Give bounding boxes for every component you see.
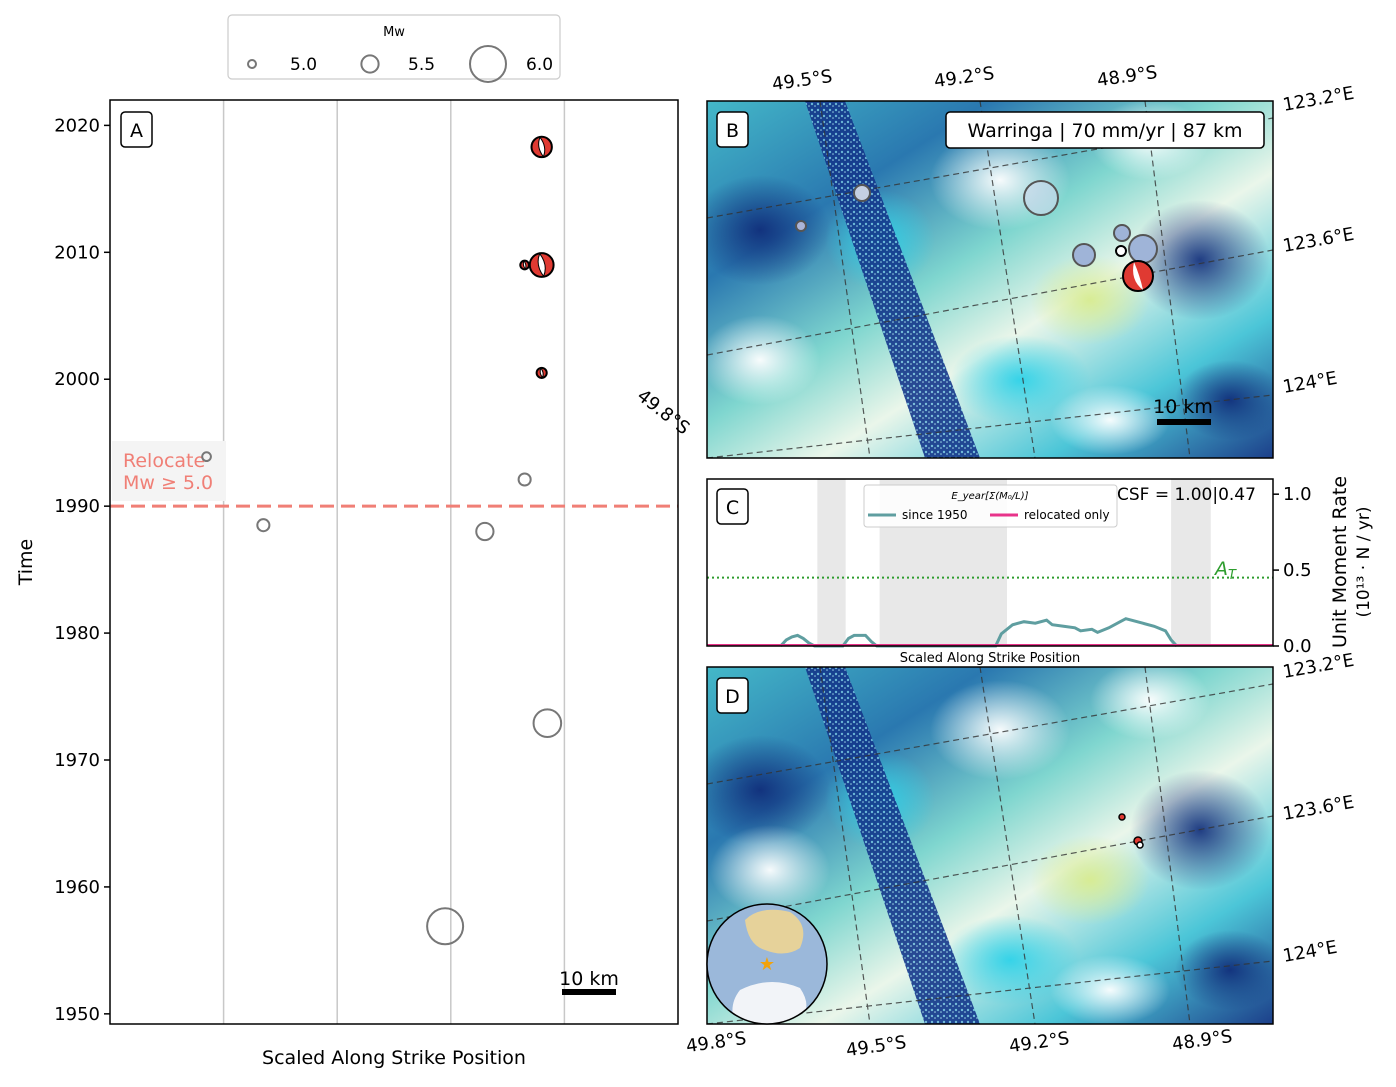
panel-a-scale-bar: 10 km: [559, 968, 619, 995]
panel-d-label: D: [725, 686, 740, 708]
panel-d-badge: D: [716, 677, 749, 714]
panel-b-scale-label: 10 km: [1153, 396, 1213, 418]
panel-c-y-tick-label: 0.5: [1283, 560, 1312, 581]
panel-b-label: B: [726, 120, 739, 142]
panel-c-legend-relocated: relocated only: [1024, 508, 1110, 522]
figure-canvas: Mw 5.0 5.5 6.0 Relocate Mw ≥ 5.0 195019601…: [15, 14, 1374, 1069]
beachball-marker: [528, 252, 555, 278]
relocate-label-line2: Mw ≥ 5.0: [123, 472, 213, 494]
panel-b-map: B Warringa | 70 mm/yr | 87 km 10 km 49.5…: [633, 62, 1356, 459]
panel-a-background: [110, 100, 678, 1024]
panel-c-y-tick-label: 1.0: [1283, 484, 1312, 505]
panel-c-grey-band: [817, 479, 846, 646]
legend-size-label: 5.5: [408, 55, 435, 75]
globe-inset: ★: [706, 903, 828, 1025]
panel-c-y-ticks: 0.0 0.5 1.0: [1273, 484, 1312, 657]
panel-b-badge: B: [716, 111, 749, 148]
panel-a-xlabel: Scaled Along Strike Position: [262, 1047, 526, 1069]
panel-b-scale-bar: 10 km: [1153, 396, 1213, 425]
panel-a-label: A: [130, 120, 143, 142]
panel-c-badge: C: [716, 488, 749, 525]
panel-b-lat-label-2: 49.2°S: [933, 63, 996, 92]
panel-d-lon-label-3: 124°E: [1281, 937, 1339, 967]
mw-legend-title: Mw: [383, 25, 405, 40]
panel-a-y-tick-label: 1980: [54, 623, 100, 644]
panel-b-info-box: Warringa | 70 mm/yr | 87 km: [945, 111, 1265, 149]
panel-a-y-tick-label: 1960: [54, 877, 100, 898]
panel-a-y-tick-label: 1950: [54, 1004, 100, 1025]
panel-c-y-tick-label: 0.0: [1283, 636, 1312, 657]
panel-d-lat-label-3: 49.2°S: [1008, 1028, 1071, 1057]
panel-a-y-tick-label: 1970: [54, 750, 100, 771]
panel-d-lat-label-1: 49.8°S: [685, 1028, 748, 1057]
relocate-label-line1: Relocate: [123, 450, 205, 472]
legend-size-label: 6.0: [526, 55, 553, 75]
panel-b-lat-label-3: 48.9°S: [1096, 62, 1159, 91]
panel-a-y-tick-label: 2020: [54, 115, 100, 136]
panel-b-lon-label-2: 123.6°E: [1281, 224, 1355, 257]
panel-a-y-tick-label: 1990: [54, 496, 100, 517]
panel-c-legend-title: E_year[Σ(M₀/L)]: [951, 491, 1028, 502]
mw-legend: Mw 5.0 5.5 6.0: [227, 14, 561, 83]
panel-c-csf: CSF = 1.00|0.47: [1117, 485, 1256, 505]
panel-d-lon-label-2: 123.6°E: [1281, 792, 1355, 825]
panel-d-map: D ★ 49.8°S 49.5°S 49.2°S 48.9°S 123.2°E …: [685, 650, 1356, 1061]
panel-a-y-tick-label: 2000: [54, 369, 100, 390]
panel-b-lat-label-1: 49.5°S: [771, 66, 834, 95]
panel-c-legend-since1950: since 1950: [902, 508, 968, 522]
panel-a: Relocate Mw ≥ 5.0 1950 1960 1970 1980 1990 20…: [15, 99, 679, 1069]
legend-size-label: 5.0: [290, 55, 317, 75]
panel-d-lat-label-4: 48.9°S: [1171, 1026, 1234, 1055]
panel-a-y-ticks: 1950 1960 1970 1980 1990 2000 2010 2020: [54, 115, 110, 1025]
panel-a-y-tick-label: 2010: [54, 242, 100, 263]
panel-c-label: C: [726, 497, 739, 519]
panel-c: 0.0 0.5 1.0 C E_year[Σ(M₀/L)] since 1950 r…: [706, 476, 1374, 666]
panel-a-badge: A: [120, 111, 153, 148]
beachball-marker: [530, 135, 553, 159]
beachball-marker: [535, 366, 548, 379]
panel-c-ylabel-line1: Unit Moment Rate: [1329, 476, 1351, 648]
panel-d-lat-label-2: 49.5°S: [845, 1032, 908, 1061]
panel-c-xlabel: Scaled Along Strike Position: [900, 651, 1081, 666]
panel-b-lon-label-1: 123.2°E: [1281, 83, 1355, 116]
panel-b-lon-label-3: 124°E: [1281, 368, 1339, 398]
panel-a-scale-label: 10 km: [559, 968, 619, 990]
panel-c-ylabel-line2: (10¹³ · N / yr): [1354, 506, 1374, 617]
star-icon: ★: [759, 954, 775, 975]
beachball-marker: [519, 259, 530, 271]
panel-a-ylabel: Time: [15, 539, 37, 587]
panel-c-legend: E_year[Σ(M₀/L)] since 1950 relocated onl…: [863, 484, 1118, 528]
panel-b-info: Warringa | 70 mm/yr | 87 km: [968, 120, 1243, 142]
